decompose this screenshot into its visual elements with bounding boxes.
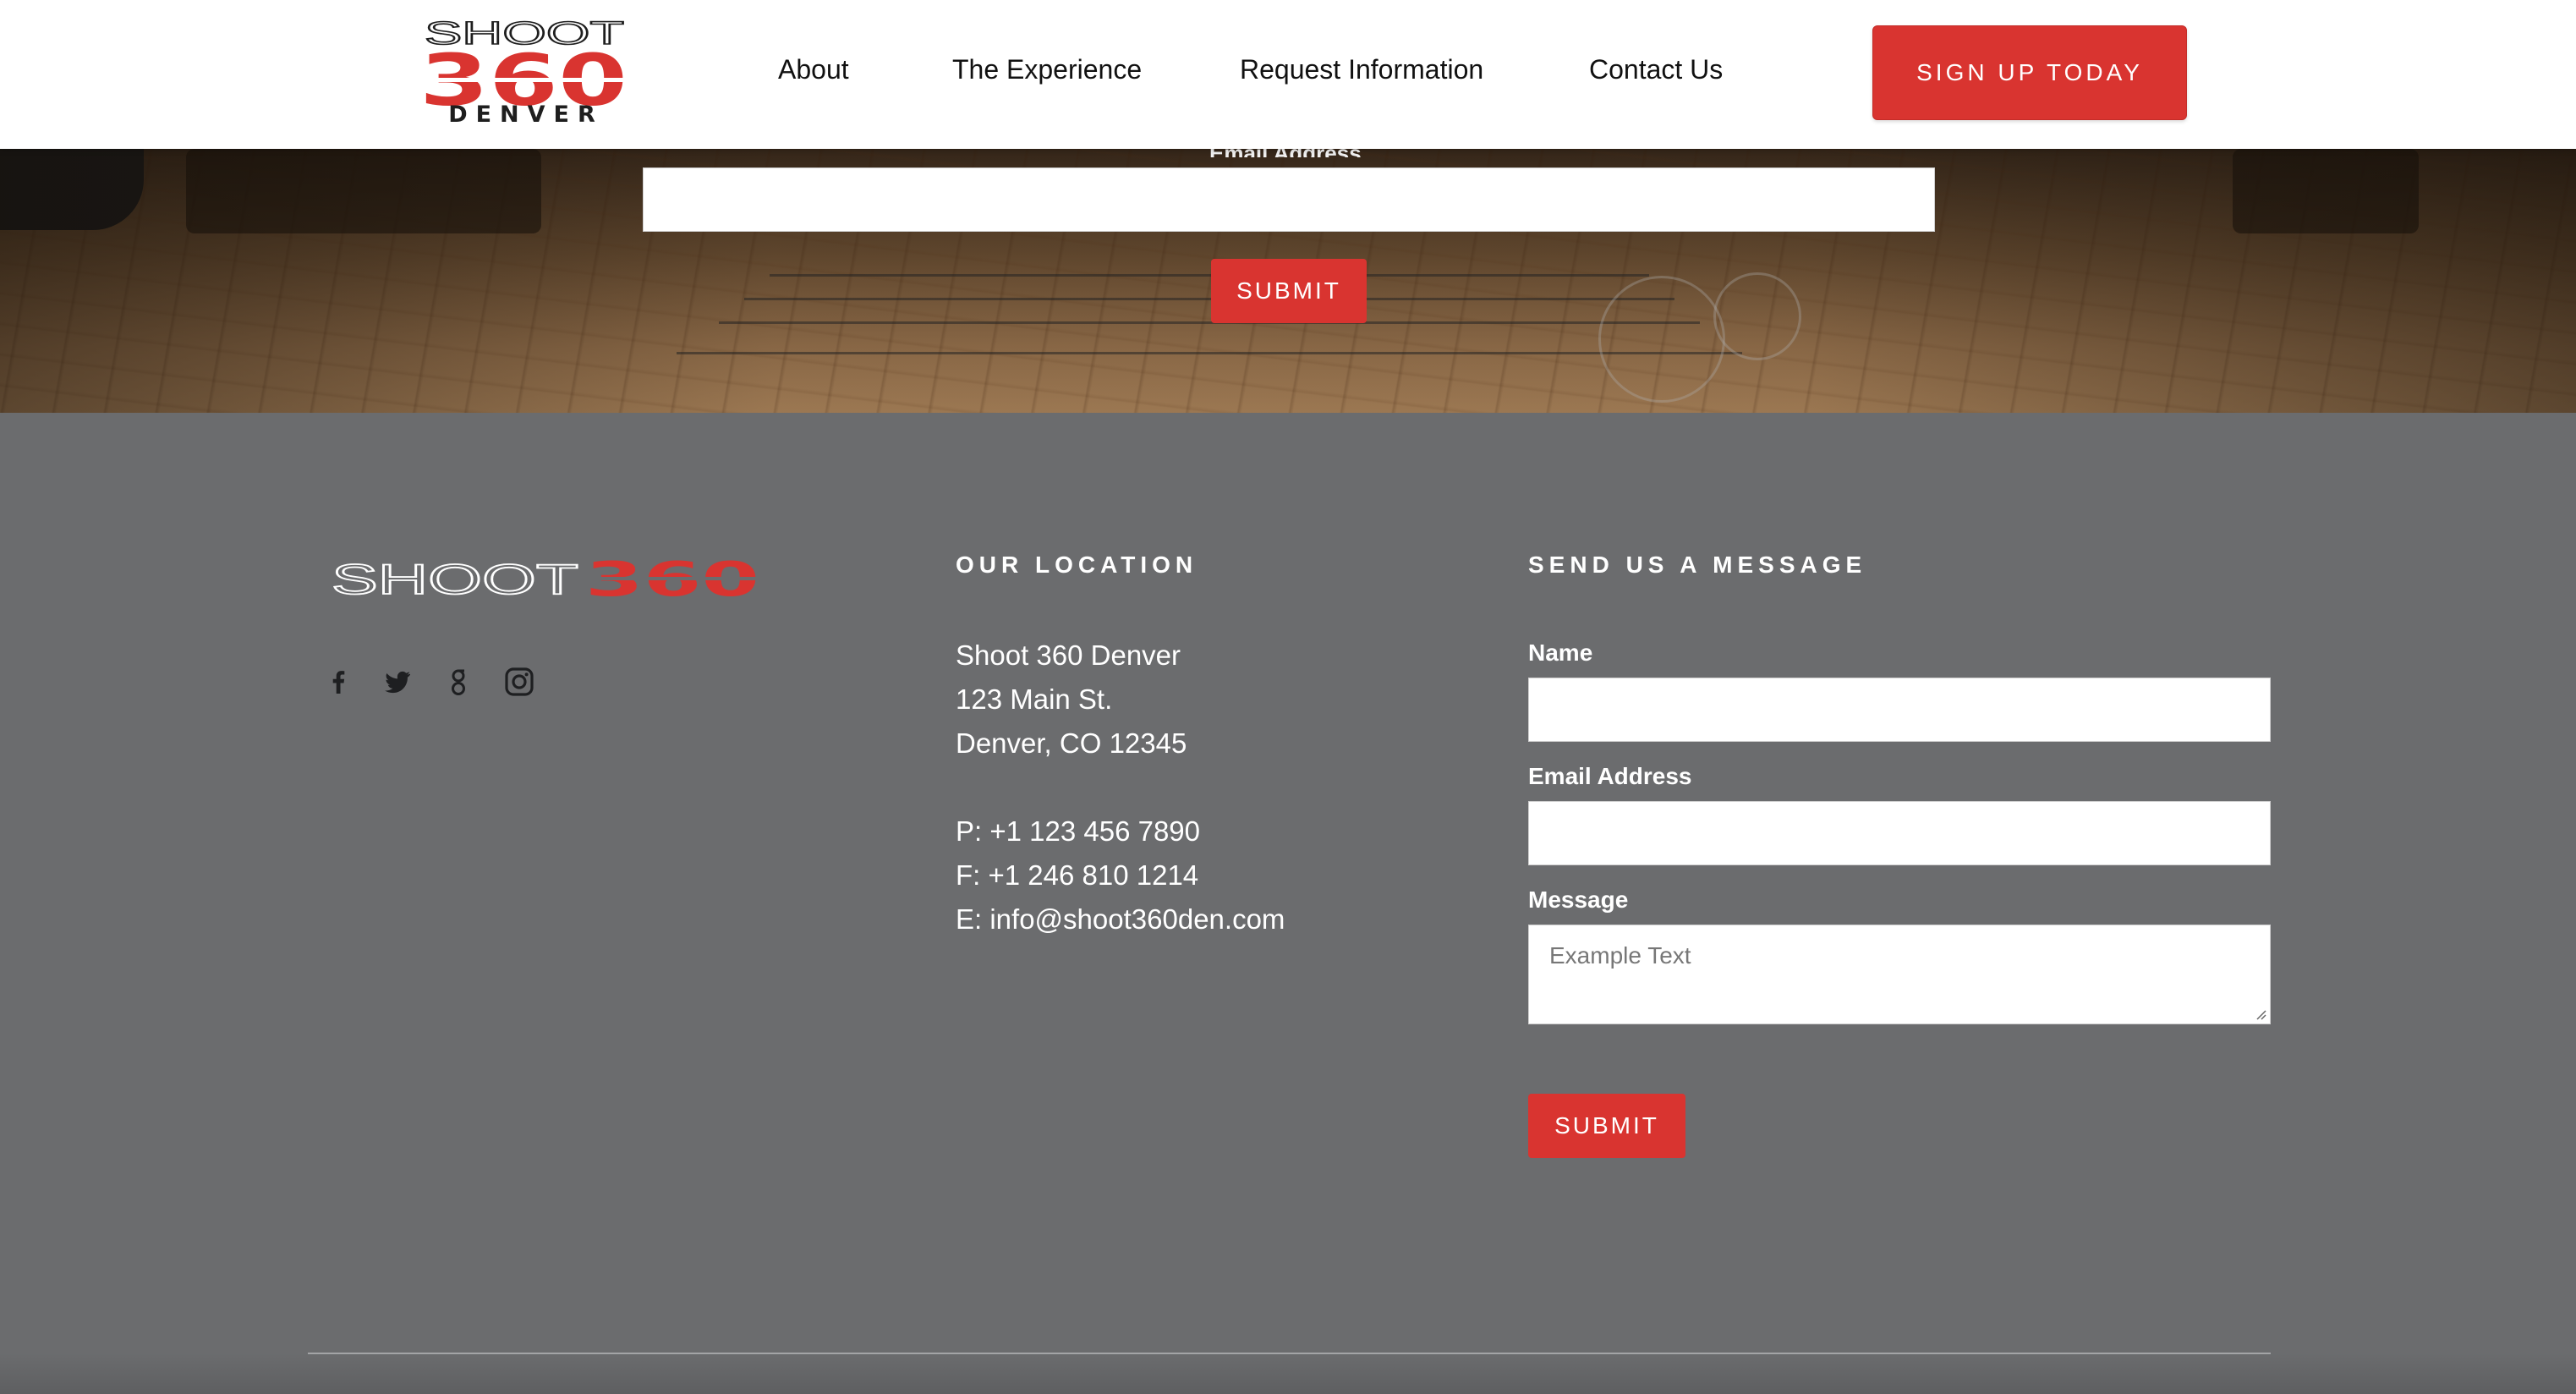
shoot-wordmark: SHOOT	[424, 19, 625, 47]
name-label: Name	[1528, 639, 1593, 666]
hero-background: Email Address SUBMIT	[0, 149, 2576, 413]
location-name: Shoot 360 Denver	[956, 639, 1181, 671]
logo-shoot-text: SHOOT	[425, 19, 624, 47]
resize-grip-icon[interactable]	[2253, 1007, 2266, 1020]
hero-submit-button[interactable]: SUBMIT	[1211, 259, 1367, 323]
message-placeholder: Example Text	[1549, 942, 1691, 969]
twitter-icon[interactable]	[381, 665, 414, 699]
nav-the-experience[interactable]: The Experience	[952, 54, 1142, 85]
location-phone: P: +1 123 456 7890	[956, 815, 1201, 847]
nav-about[interactable]: About	[778, 54, 849, 85]
logo-city: DENVER	[448, 102, 604, 128]
site-header: SHOOT 360 DENVER About The Experience Re…	[0, 0, 2576, 149]
name-input[interactable]	[1528, 678, 2271, 742]
footer-bottom-shade	[0, 1353, 2576, 1394]
send-message-heading: SEND US A MESSAGE	[1528, 552, 1867, 578]
email-input[interactable]	[1528, 801, 2271, 865]
location-fax: F: +1 246 810 1214	[956, 859, 1199, 891]
location-street: 123 Main St.	[956, 683, 1113, 715]
nav-request-information[interactable]: Request Information	[1240, 54, 1483, 85]
sign-up-today-button[interactable]: SIGN UP TODAY	[1872, 25, 2187, 120]
instagram-icon[interactable]	[502, 665, 536, 699]
contact-submit-button[interactable]: SUBMIT	[1528, 1094, 1685, 1158]
location-email[interactable]: E: info@shoot360den.com	[956, 903, 1285, 936]
hero-email-input[interactable]	[643, 167, 1935, 232]
google-plus-icon[interactable]	[441, 665, 475, 699]
location-heading: OUR LOCATION	[956, 552, 1198, 578]
footer-logo-shoot: SHOOT	[332, 557, 578, 601]
email-label: Email Address	[1528, 763, 1692, 789]
message-textarea[interactable]: Example Text	[1528, 925, 2271, 1024]
facebook-icon[interactable]	[321, 665, 355, 699]
footer-divider	[308, 1353, 2271, 1354]
nav-contact-us[interactable]: Contact Us	[1589, 54, 1723, 85]
message-label: Message	[1528, 886, 1629, 913]
header-logo[interactable]: SHOOT 360 DENVER	[414, 17, 638, 129]
location-city: Denver, CO 12345	[956, 727, 1187, 759]
footer-logo[interactable]: SHOOT 360	[328, 557, 763, 601]
site-footer: SHOOT 360 OUR LOCATION Shoot 360 Denver …	[0, 413, 2576, 1394]
hero-email-label: Email Address	[1209, 149, 1375, 157]
